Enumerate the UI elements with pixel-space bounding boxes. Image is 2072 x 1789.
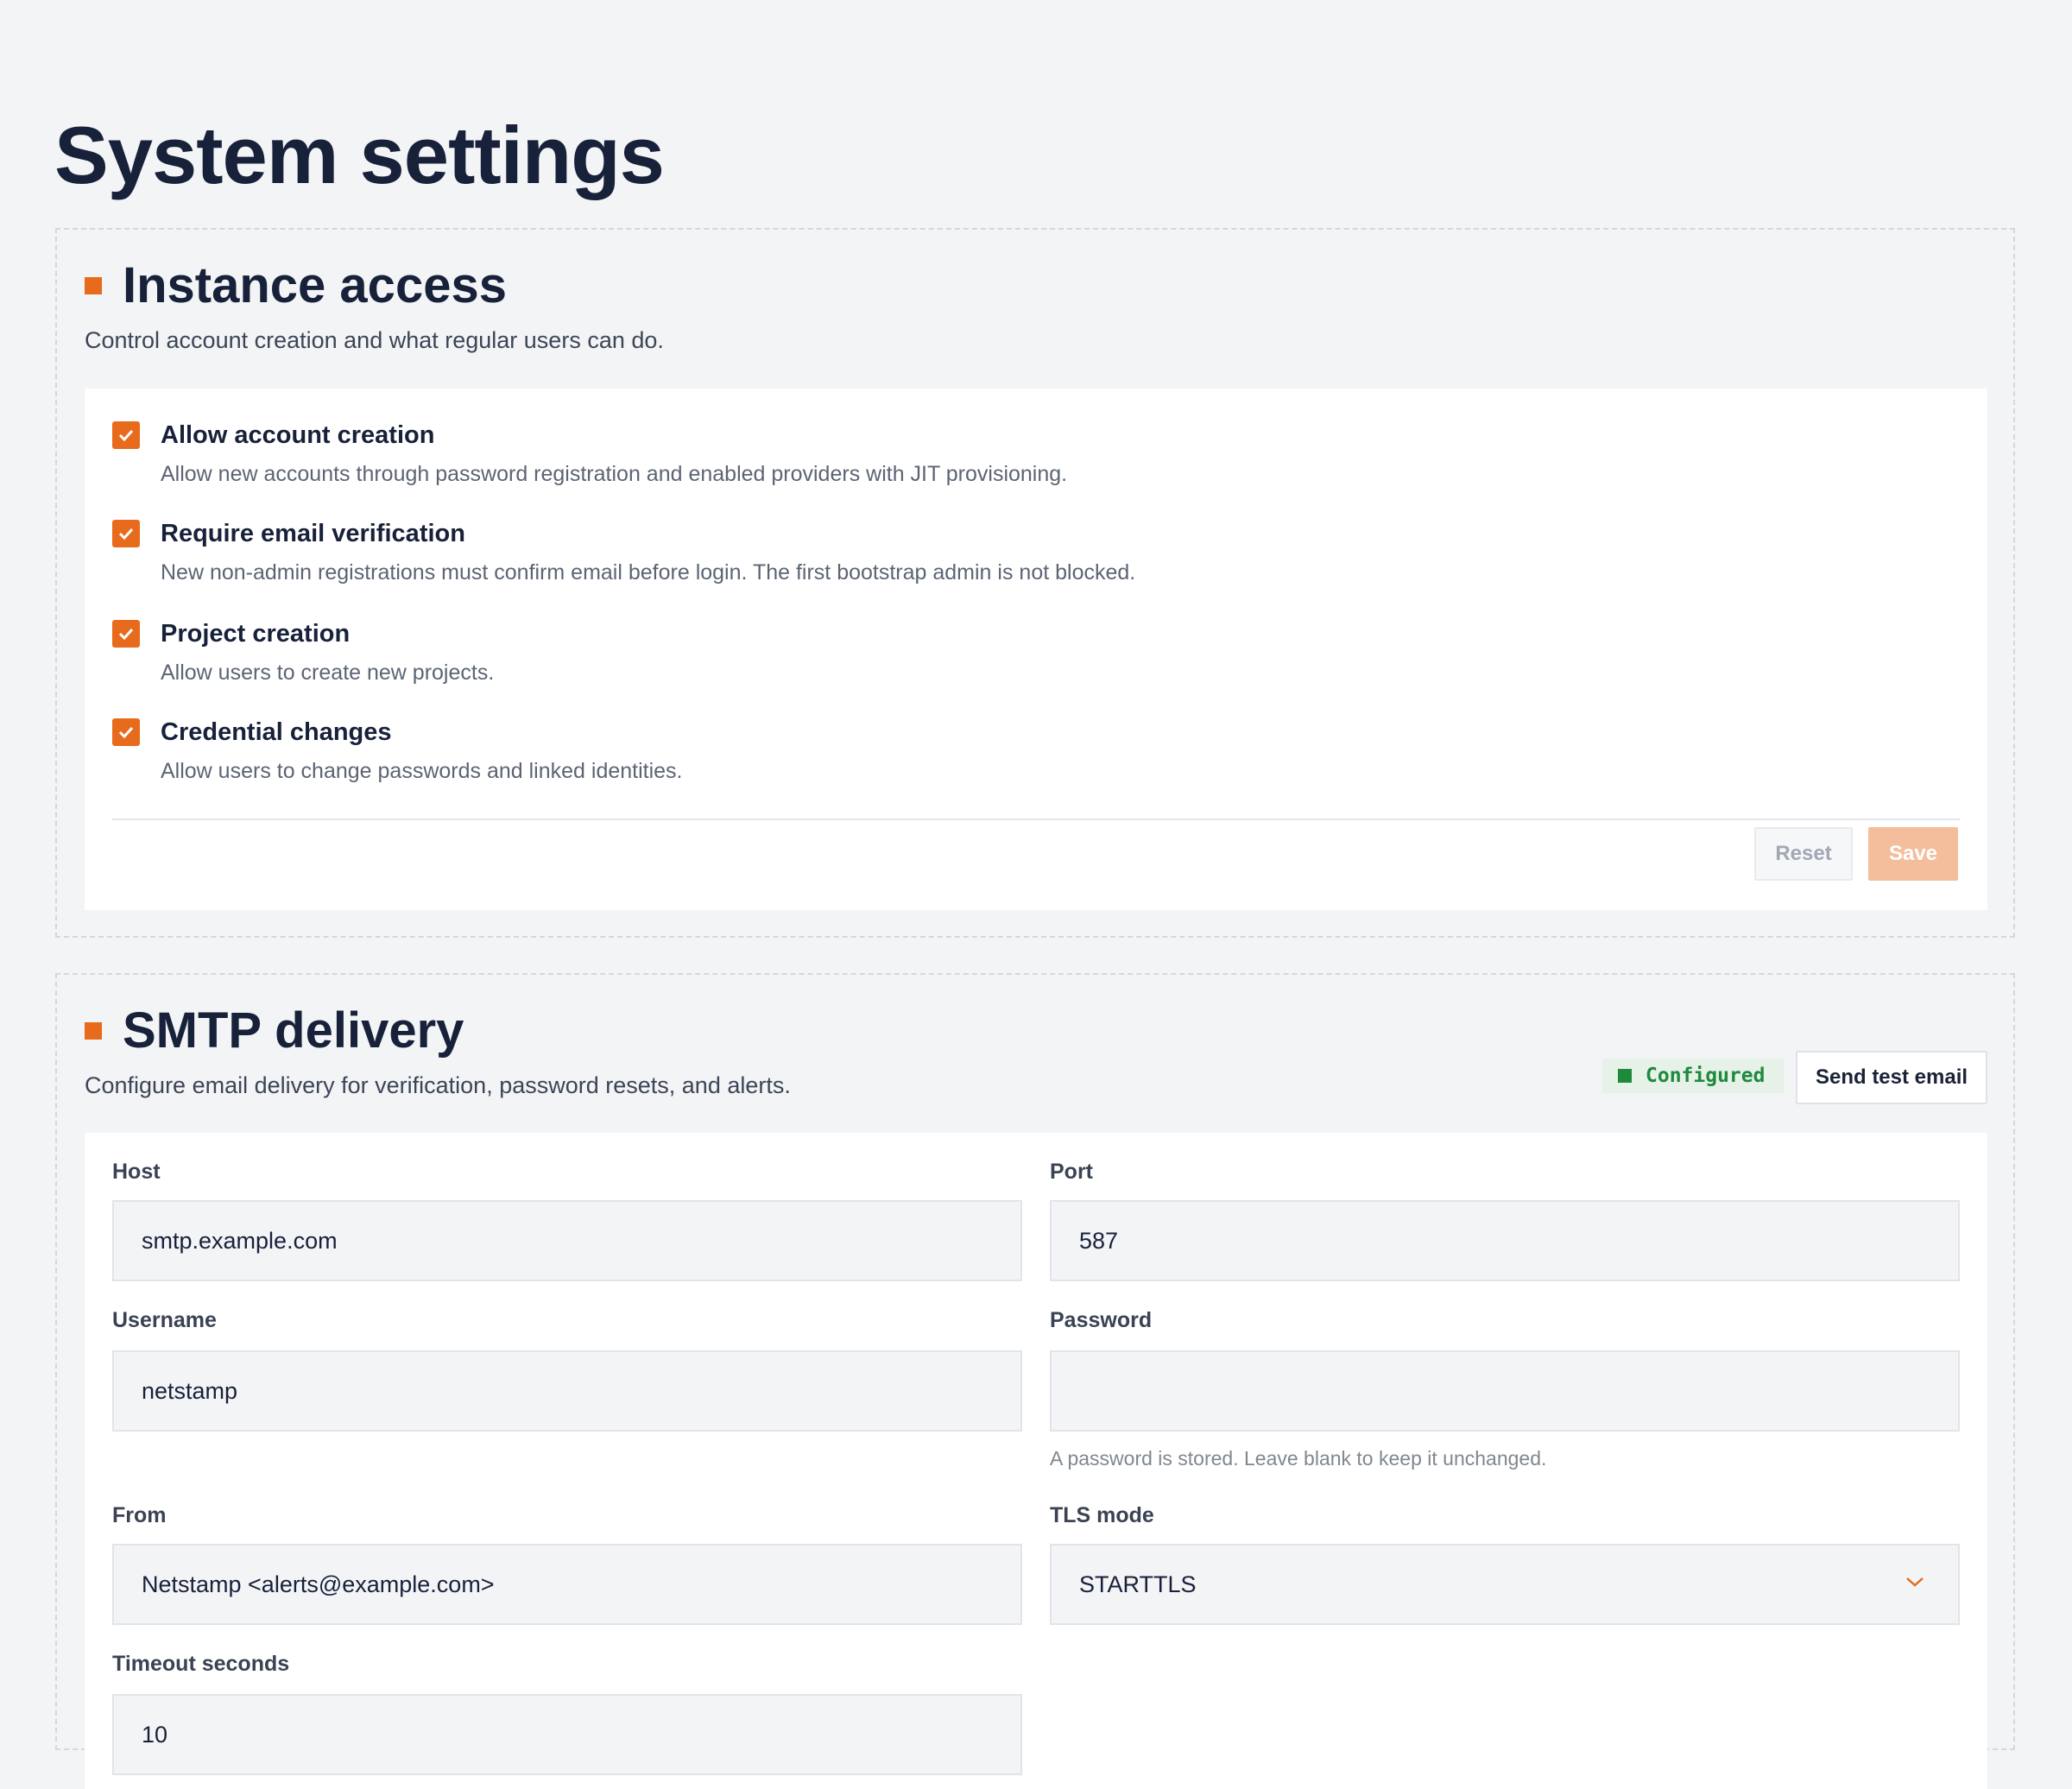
checkbox[interactable] <box>112 718 140 746</box>
check-icon <box>118 429 134 441</box>
section-header: SMTP delivery <box>85 1001 464 1061</box>
from-input[interactable]: Netstamp <alerts@example.com> <box>112 1544 1022 1625</box>
status-badge-label: Configured <box>1646 1065 1766 1087</box>
reset-button[interactable]: Reset <box>1754 827 1853 881</box>
section-description: Control account creation and what regula… <box>85 327 664 353</box>
section-marker-icon <box>85 277 102 294</box>
option-description: Allow users to create new projects. <box>161 661 495 685</box>
send-test-email-button[interactable]: Send test email <box>1796 1051 1987 1104</box>
instance-access-section: Instance access Control account creation… <box>55 228 2015 938</box>
option-description: Allow new accounts through password regi… <box>161 462 1068 486</box>
page-title: System settings <box>54 110 665 200</box>
status-dot-icon <box>1618 1069 1632 1083</box>
checkbox[interactable] <box>112 421 140 449</box>
tls-mode-label: TLS mode <box>1050 1503 1154 1527</box>
section-marker-icon <box>85 1022 102 1040</box>
section-header: Instance access <box>85 256 507 316</box>
password-label: Password <box>1050 1308 1153 1332</box>
host-label: Host <box>112 1160 161 1184</box>
timeout-input[interactable]: 10 <box>112 1694 1022 1775</box>
port-label: Port <box>1050 1160 1093 1184</box>
tls-mode-select[interactable]: STARTTLS <box>1050 1544 1960 1625</box>
from-label: From <box>112 1503 167 1527</box>
option-title: Project creation <box>161 620 351 648</box>
chevron-down-icon <box>1906 1577 1924 1587</box>
check-icon <box>118 628 134 640</box>
username-label: Username <box>112 1308 217 1332</box>
password-hint: A password is stored. Leave blank to kee… <box>1050 1447 1547 1470</box>
option-title: Allow account creation <box>161 421 435 449</box>
check-icon <box>118 528 134 540</box>
tls-mode-value: STARTTLS <box>1079 1571 1197 1597</box>
option-description: Allow users to change passwords and link… <box>161 759 683 783</box>
save-button[interactable]: Save <box>1868 827 1958 881</box>
option-title: Require email verification <box>161 520 465 547</box>
checkbox[interactable] <box>112 520 140 547</box>
status-badge: Configured <box>1602 1059 1784 1093</box>
section-title: Instance access <box>123 257 507 313</box>
checkbox[interactable] <box>112 620 140 648</box>
port-input[interactable]: 587 <box>1050 1200 1960 1281</box>
smtp-form-card: Host smtp.example.com Port 587 Username … <box>85 1133 1987 1789</box>
section-description: Configure email delivery for verificatio… <box>85 1072 791 1098</box>
username-input[interactable]: netstamp <box>112 1350 1022 1432</box>
password-input[interactable] <box>1050 1350 1960 1432</box>
option-title: Credential changes <box>161 718 392 746</box>
divider <box>112 819 1960 820</box>
access-options-card: Allow account creation Allow new account… <box>85 389 1987 910</box>
timeout-label: Timeout seconds <box>112 1652 290 1676</box>
host-input[interactable]: smtp.example.com <box>112 1200 1022 1281</box>
section-title: SMTP delivery <box>123 1002 464 1059</box>
option-description: New non-admin registrations must confirm… <box>161 560 1136 585</box>
smtp-delivery-section: SMTP delivery Configure email delivery f… <box>55 973 2015 1789</box>
check-icon <box>118 726 134 738</box>
